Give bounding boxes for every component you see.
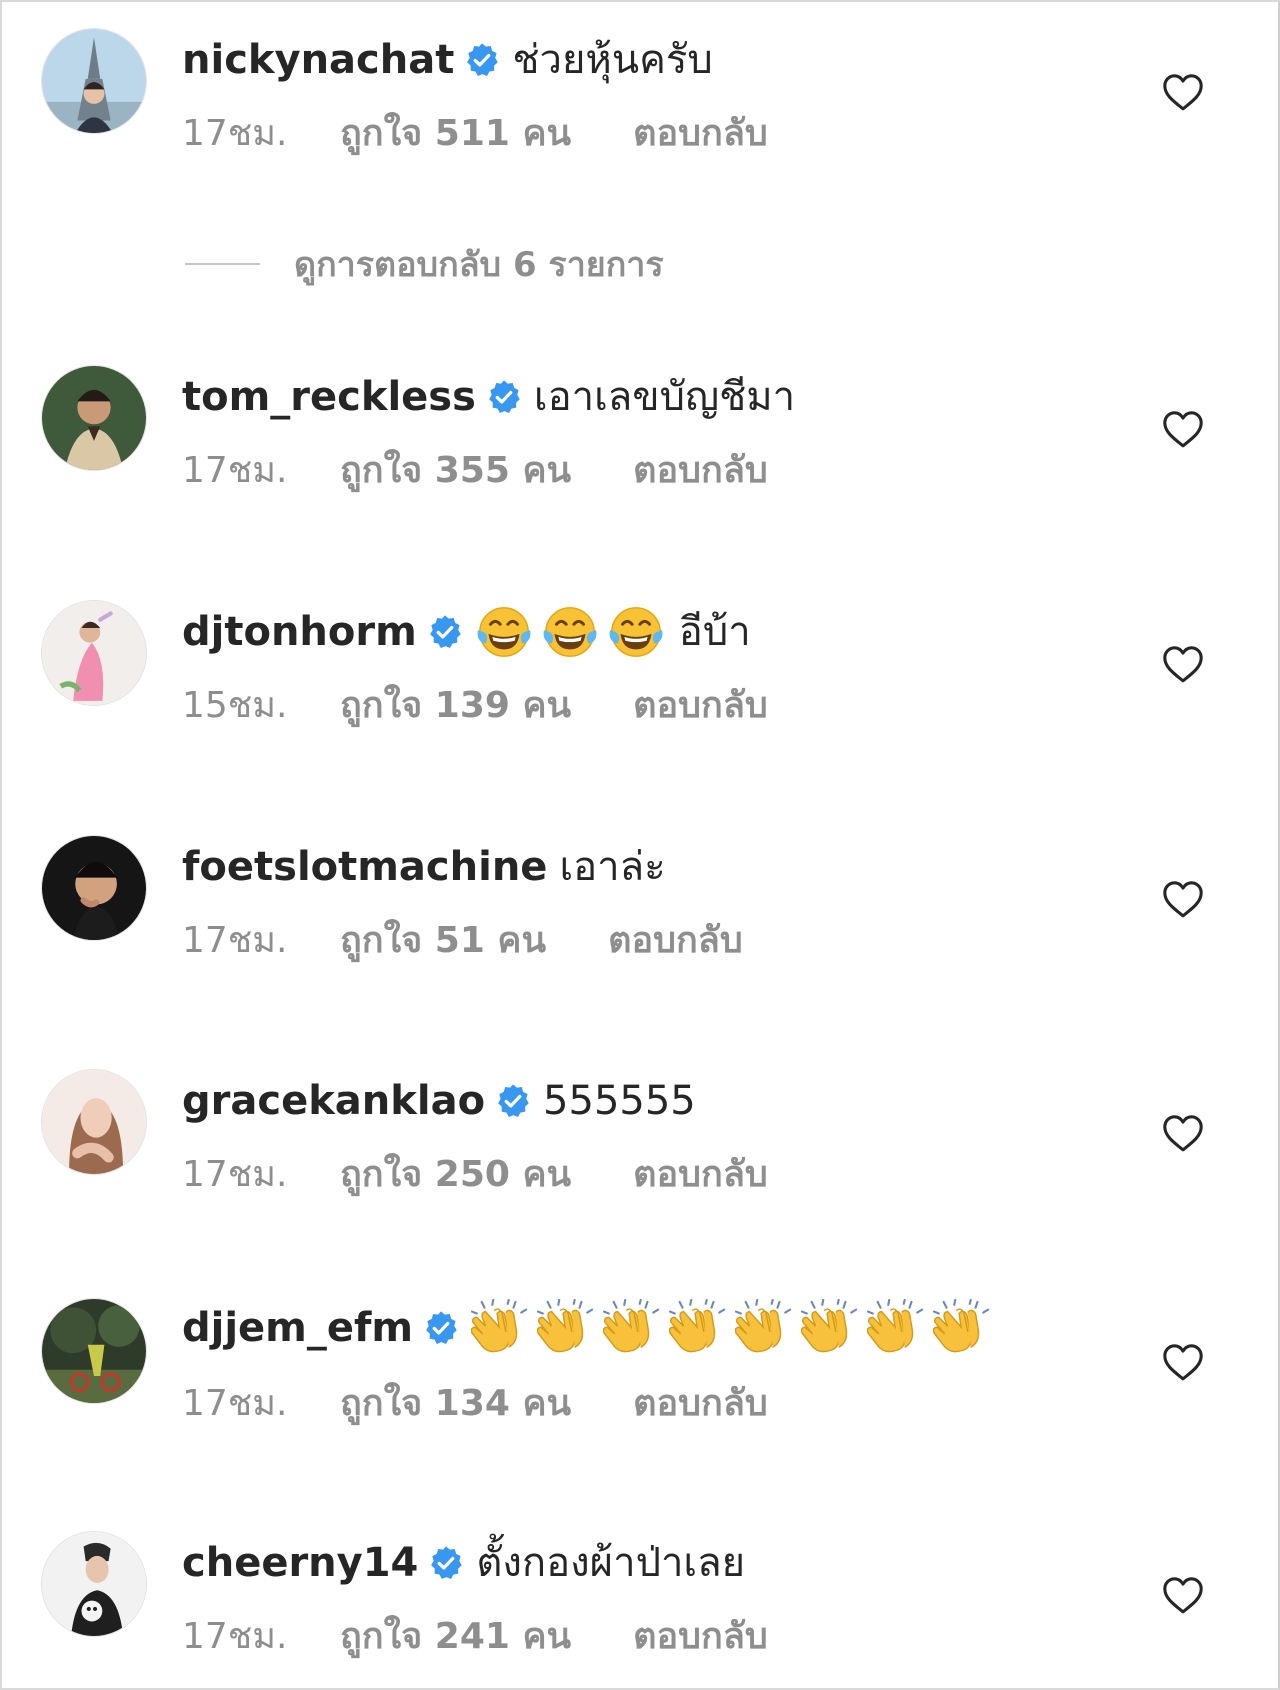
username[interactable]: djjem_efm xyxy=(182,1304,413,1352)
comment-text: เอาเลขบัญชีมา xyxy=(533,374,796,420)
comment-item: djtonhorm อีบ้า 15ชม. ถูกใจ 139 คน ตอบกล… xyxy=(0,596,1280,726)
clapping-hands-emoji-icon xyxy=(537,1299,595,1357)
like-heart-icon[interactable] xyxy=(1161,409,1205,449)
timestamp[interactable]: 17ชม. xyxy=(182,449,340,493)
comment-text: 555555 xyxy=(543,1078,696,1124)
verified-badge-icon xyxy=(464,42,500,78)
like-count[interactable]: ถูกใจ 250 คน xyxy=(340,1153,571,1197)
clapping-hands-emoji-icon xyxy=(471,1299,529,1357)
clapping-hands-emoji-icon xyxy=(933,1299,991,1357)
tears-of-joy-emoji-icon xyxy=(541,603,599,661)
like-heart-icon[interactable] xyxy=(1161,1575,1205,1615)
comment-item: nickynachat ช่วยหุ้นครับ 17ชม. ถูกใจ 511… xyxy=(0,24,1280,154)
reply-button[interactable]: ตอบกลับ xyxy=(633,112,768,156)
comment-text: ช่วยหุ้นครับ xyxy=(512,37,713,83)
avatar[interactable] xyxy=(41,1069,147,1175)
timestamp[interactable]: 17ชม. xyxy=(182,1153,340,1197)
comment-text: เอาล่ะ xyxy=(559,844,666,890)
comment-meta: 17ชม. ถูกใจ 511 คน ตอบกลับ xyxy=(182,112,768,156)
avatar-image-foetslotmachine xyxy=(42,836,146,940)
timestamp[interactable]: 17ชม. xyxy=(182,1382,340,1426)
emoji-group xyxy=(471,1299,991,1357)
clapping-hands-emoji-icon xyxy=(867,1299,925,1357)
comment-item: tom_reckless เอาเลขบัญชีมา 17ชม. ถูกใจ 3… xyxy=(0,361,1280,491)
avatar[interactable] xyxy=(41,365,147,471)
timestamp[interactable]: 17ชม. xyxy=(182,112,340,156)
comment-line: foetslotmachine เอาล่ะ xyxy=(182,843,666,891)
timestamp[interactable]: 15ชม. xyxy=(182,684,340,728)
username[interactable]: djtonhorm xyxy=(182,608,417,656)
username[interactable]: gracekanklao xyxy=(182,1077,485,1125)
avatar[interactable] xyxy=(41,835,147,941)
reply-button[interactable]: ตอบกลับ xyxy=(633,684,768,728)
verified-badge-icon xyxy=(495,1083,531,1119)
comment-meta: 17ชม. ถูกใจ 250 คน ตอบกลับ xyxy=(182,1153,768,1197)
comment-item: cheerny14 ตั้งกองผ้าป่าเลย 17ชม. ถูกใจ 2… xyxy=(0,1527,1280,1657)
emoji-group xyxy=(475,603,665,661)
comment-text: อีบ้า xyxy=(678,609,751,655)
reply-button[interactable]: ตอบกลับ xyxy=(633,1615,768,1659)
comment-meta: 17ชม. ถูกใจ 241 คน ตอบกลับ xyxy=(182,1615,768,1659)
like-count[interactable]: ถูกใจ 355 คน xyxy=(340,449,571,493)
comment-meta: 15ชม. ถูกใจ 139 คน ตอบกลับ xyxy=(182,684,768,728)
comment-meta: 17ชม. ถูกใจ 134 คน ตอบกลับ xyxy=(182,1382,768,1426)
like-count[interactable]: ถูกใจ 139 คน xyxy=(340,684,571,728)
avatar-image-cheerny14 xyxy=(42,1532,146,1636)
like-count[interactable]: ถูกใจ 511 คน xyxy=(340,112,571,156)
like-heart-icon[interactable] xyxy=(1161,879,1205,919)
avatar[interactable] xyxy=(41,1298,147,1404)
username[interactable]: foetslotmachine xyxy=(182,843,547,891)
view-replies-button[interactable]: ดูการตอบกลับ 6 รายการ xyxy=(185,242,664,286)
avatar-image-tom-reckless xyxy=(42,366,146,470)
verified-badge-icon xyxy=(423,1310,459,1346)
clapping-hands-emoji-icon xyxy=(669,1299,727,1357)
username[interactable]: tom_reckless xyxy=(182,373,476,421)
clapping-hands-emoji-icon xyxy=(735,1299,793,1357)
username[interactable]: cheerny14 xyxy=(182,1539,418,1587)
reply-button[interactable]: ตอบกลับ xyxy=(608,919,743,963)
view-replies-label: ดูการตอบกลับ 6 รายการ xyxy=(294,245,664,285)
like-count[interactable]: ถูกใจ 241 คน xyxy=(340,1615,571,1659)
verified-badge-icon xyxy=(427,614,463,650)
like-heart-icon[interactable] xyxy=(1161,644,1205,684)
avatar-image-gracekanklao xyxy=(42,1070,146,1174)
like-count[interactable]: ถูกใจ 51 คน xyxy=(340,919,546,963)
avatar-image-djjem-efm xyxy=(42,1299,146,1403)
comment-text: ตั้งกองผ้าป่าเลย xyxy=(476,1540,746,1586)
reply-button[interactable]: ตอบกลับ xyxy=(633,1382,768,1426)
comment-line: tom_reckless เอาเลขบัญชีมา xyxy=(182,373,795,421)
verified-badge-icon xyxy=(428,1545,464,1581)
verified-badge-icon xyxy=(486,379,522,415)
comment-line: nickynachat ช่วยหุ้นครับ xyxy=(182,36,713,84)
avatar-image-djtonhorm xyxy=(42,601,146,705)
timestamp[interactable]: 17ชม. xyxy=(182,919,340,963)
reply-button[interactable]: ตอบกลับ xyxy=(633,449,768,493)
reply-button[interactable]: ตอบกลับ xyxy=(633,1153,768,1197)
clapping-hands-emoji-icon xyxy=(801,1299,859,1357)
avatar[interactable] xyxy=(41,1531,147,1637)
comment-item: foetslotmachine เอาล่ะ 17ชม. ถูกใจ 51 คน… xyxy=(0,831,1280,961)
comment-meta: 17ชม. ถูกใจ 355 คน ตอบกลับ xyxy=(182,449,768,493)
like-count[interactable]: ถูกใจ 134 คน xyxy=(340,1382,571,1426)
tears-of-joy-emoji-icon xyxy=(607,603,665,661)
avatar[interactable] xyxy=(41,28,147,134)
comment-item: djjem_efm 17ชม. ถูกใจ 134 คน ตอบกลับ xyxy=(0,1294,1280,1424)
like-heart-icon[interactable] xyxy=(1161,72,1205,112)
username[interactable]: nickynachat xyxy=(182,36,454,84)
avatar-image-nickynachat xyxy=(42,29,146,133)
comment-line: djjem_efm xyxy=(182,1304,991,1352)
clapping-hands-emoji-icon xyxy=(603,1299,661,1357)
comment-line: cheerny14 ตั้งกองผ้าป่าเลย xyxy=(182,1539,745,1587)
tears-of-joy-emoji-icon xyxy=(475,603,533,661)
comment-meta: 17ชม. ถูกใจ 51 คน ตอบกลับ xyxy=(182,919,743,963)
like-heart-icon[interactable] xyxy=(1161,1342,1205,1382)
comment-line: gracekanklao 555555 xyxy=(182,1077,696,1125)
comment-line: djtonhorm อีบ้า xyxy=(182,608,751,656)
avatar[interactable] xyxy=(41,600,147,706)
like-heart-icon[interactable] xyxy=(1161,1113,1205,1153)
divider xyxy=(185,263,260,265)
comment-item: gracekanklao 555555 17ชม. ถูกใจ 250 คน ต… xyxy=(0,1065,1280,1195)
timestamp[interactable]: 17ชม. xyxy=(182,1615,340,1659)
